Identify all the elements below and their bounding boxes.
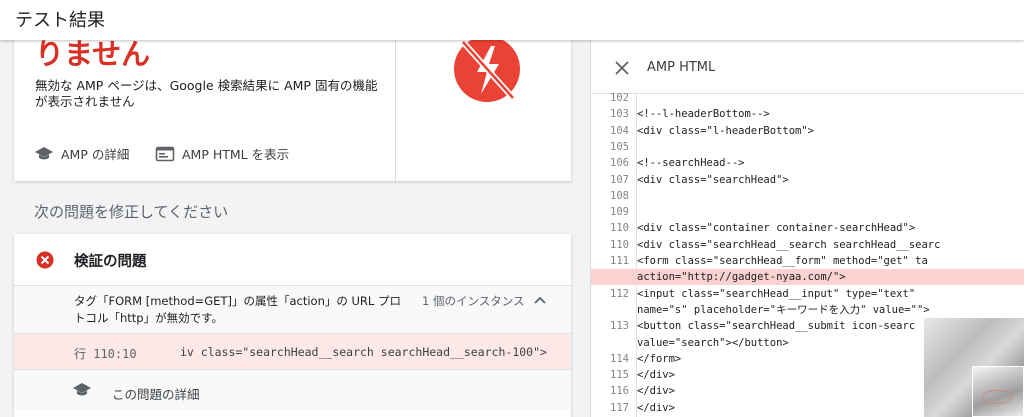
code-line: 107 <div class="searchHead"> [591, 172, 1024, 188]
line-number: 117 [610, 401, 629, 414]
code-line: 110 <div class="searchHead__search searc… [591, 237, 1024, 253]
code-text: <!--l-headerBottom--> [637, 108, 770, 121]
line-number: 102 [610, 92, 629, 104]
code-panel-title: AMP HTML [647, 60, 716, 75]
card-divider [395, 40, 396, 181]
chevron-up-icon[interactable] [533, 295, 547, 305]
line-number: 115 [610, 369, 629, 382]
code-text: <!--searchHead--> [637, 157, 745, 170]
amp-details-label: AMP の詳細 [61, 147, 130, 162]
code-text: <input class="searchHead__input" type="t… [637, 287, 916, 300]
line-number: 108 [610, 189, 629, 202]
code-line: 110 <div class="container container-sear… [591, 220, 1024, 236]
issue-detail-label: この問題の詳細 [112, 387, 200, 402]
page-title: テスト結果 [15, 10, 105, 31]
code-text: <button class="searchHead__submit icon-s… [637, 320, 916, 333]
code-text: </div> [637, 369, 675, 382]
summary-card: りません 無効な AMP ページは、Google 検索結果に AMP 固有の機能… [14, 40, 571, 181]
code-line: 102 [591, 90, 1024, 106]
code-text: <div class="searchHead"> [637, 173, 789, 186]
code-line: 105 [591, 139, 1024, 155]
code-text: </div> [637, 401, 675, 414]
code-line: 108 [591, 188, 1024, 204]
line-code: iv class="searchHead__search searchHead_… [180, 345, 547, 359]
code-text: </div> [637, 385, 675, 398]
code-line: name="s" placeholder="キーワードを入力" value=""… [591, 302, 1024, 318]
issue-card-header: 検証の問題 [14, 234, 571, 286]
close-icon[interactable] [615, 61, 629, 75]
code-view-icon [155, 146, 175, 161]
school-icon [73, 383, 91, 396]
top-bar: テスト結果 [0, 0, 1024, 40]
results-pane: りません 無効な AMP ページは、Google 検索結果に AMP 固有の機能… [0, 40, 590, 417]
issue-text: タグ「FORM [method=GET]」の属性「action」の URL プロ… [74, 294, 401, 325]
issue-row[interactable]: タグ「FORM [method=GET]」の属性「action」の URL プロ… [14, 286, 571, 334]
line-number: 109 [610, 206, 629, 219]
code-text: <div class="l-headerBottom"> [637, 124, 815, 137]
amp-invalid-icon [454, 40, 520, 102]
code-text: value="search"></button> [637, 336, 789, 349]
line-number: 116 [610, 385, 629, 398]
view-amp-html-link[interactable]: AMP HTML を表示 [155, 144, 289, 163]
code-line: 111 <form class="searchHead__form" metho… [591, 253, 1024, 269]
line-number: 112 [610, 287, 629, 300]
code-panel-header: AMP HTML [591, 40, 1024, 94]
line-number: 105 [610, 140, 629, 153]
line-number: 110 [610, 222, 629, 235]
issue-card-title: 検証の問題 [74, 254, 147, 270]
line-number: 113 [610, 320, 629, 333]
code-line: 104 <div class="l-headerBottom"> [591, 123, 1024, 139]
code-text: <form class="searchHead__form" method="g… [637, 255, 928, 267]
line-number: 107 [610, 173, 629, 186]
code-line: 109 [591, 204, 1024, 220]
line-number: 行 110:10 [74, 347, 137, 361]
instance-count: 1 個のインスタンス [422, 294, 525, 308]
issue-card: 検証の問題 タグ「FORM [method=GET]」の属性「action」の … [14, 234, 571, 417]
section-title: 次の問題を修正してください [34, 203, 229, 221]
school-icon [35, 146, 53, 159]
line-number: 111 [610, 255, 629, 267]
code-text: name="s" placeholder="キーワードを入力" value=""… [637, 303, 930, 316]
line-number: 106 [610, 157, 629, 170]
amp-details-link[interactable]: AMP の詳細 [34, 144, 129, 163]
code-line: action="http://gadget-nyaa.com/"> [591, 269, 1024, 286]
view-amp-html-label: AMP HTML を表示 [182, 147, 290, 162]
line-number: 114 [610, 352, 629, 365]
status-description: 無効な AMP ページは、Google 検索結果に AMP 固有の機能が表示され… [35, 78, 378, 109]
status-headline: りません [35, 40, 151, 71]
error-icon [36, 251, 54, 269]
code-text: <div class="container container-searchHe… [637, 222, 916, 235]
code-line: 103 <!--l-headerBottom--> [591, 106, 1024, 122]
code-text: action="http://gadget-nyaa.com/"> [637, 271, 846, 284]
code-text: <div class="searchHead__search searchHea… [637, 238, 941, 251]
code-text: </form> [637, 352, 682, 365]
line-number: 103 [610, 108, 629, 121]
line-number: 110 [610, 238, 629, 251]
thumbnail-image [924, 318, 1024, 417]
issue-line-row[interactable]: 行 110:10 iv class="searchHead__search se… [14, 334, 571, 370]
code-line: 112 <input class="searchHead__input" typ… [591, 286, 1024, 302]
line-number: 104 [610, 124, 629, 137]
code-line: 106 <!--searchHead--> [591, 155, 1024, 171]
issue-detail-link[interactable]: この問題の詳細 [14, 370, 571, 410]
thumbnail-mark [982, 390, 1012, 404]
